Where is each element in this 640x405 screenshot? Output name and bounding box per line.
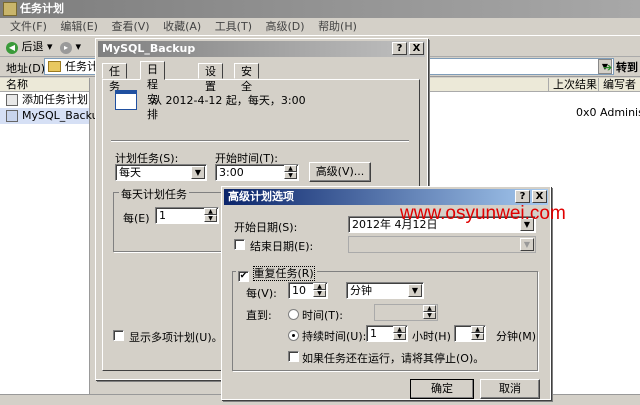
help-button[interactable]: ? [515,190,530,203]
spin-up-icon[interactable]: ▲ [204,208,217,215]
show-multiple-label: 显示多项计划(U)。 [129,331,223,344]
folder-icon [48,61,61,72]
menu-view[interactable]: 查看(V) [111,18,149,36]
column-header-last-result[interactable]: 上次结果 [548,78,597,92]
spin-down-icon[interactable]: ▼ [393,333,406,340]
close-button[interactable]: X [532,190,547,203]
menu-favorites[interactable]: 收藏(A) [163,18,201,36]
spin-up-icon[interactable]: ▲ [423,305,436,312]
menu-advanced[interactable]: 高级(D) [266,18,305,36]
duration-hours-input[interactable]: 1 ▲ ▼ [366,325,408,342]
window-title: 任务计划 [20,2,64,15]
add-task-icon [6,94,18,106]
end-date-label: 结束日期(E): [250,240,314,253]
tab-task[interactable]: 任务 [102,63,127,93]
duration-minutes-input[interactable]: ▲ ▼ [454,325,486,342]
forward-button[interactable]: ▸ ▾ [60,39,81,55]
back-arrow-icon: ◀ [6,42,18,54]
every-interval-input[interactable]: 10 ▲ ▼ [288,282,328,299]
stop-task-checkbox[interactable] [288,351,299,362]
folder-icon [3,2,17,16]
time-label: 时间(T): [302,309,344,322]
menubar: 文件(F) 编辑(E) 查看(V) 收藏(A) 工具(T) 高级(D) 帮助(H… [0,18,640,36]
repeat-task-checkbox[interactable]: ✔ [238,271,249,282]
start-time-input[interactable]: 3:00 ▲ ▼ [215,164,299,181]
duration-label: 持续时间(U): [302,330,367,343]
spin-up-icon[interactable]: ▲ [471,326,484,333]
stop-task-label: 如果任务还在运行，请将其停止(O)。 [302,352,485,365]
end-date-picker[interactable]: ▼ [348,236,536,253]
spin-down-icon[interactable]: ▼ [313,290,326,297]
spin-down-icon[interactable]: ▼ [471,333,484,340]
advanced-button[interactable]: 高级(V)... [309,162,371,182]
go-button[interactable]: ➔ 转到 [603,59,638,75]
every-label: 每(E) [123,212,150,225]
separator [111,140,409,142]
tab-settings[interactable]: 设置 [198,63,223,93]
minutes-label: 分钟(M) [496,330,537,343]
column-header-creator[interactable]: 编写者 [598,78,636,92]
main-titlebar: 任务计划 [0,0,640,18]
back-button[interactable]: ◀ 后退 ▾ [6,39,53,55]
hours-label: 小时(H) [412,330,451,343]
menu-tools[interactable]: 工具(T) [215,18,252,36]
spin-down-icon[interactable]: ▼ [423,312,436,319]
start-date-label: 开始日期(S): [234,221,298,234]
menu-help[interactable]: 帮助(H) [318,18,357,36]
list-item[interactable]: MySQL_Backup [0,108,106,124]
chevron-down-icon: ▼ [408,284,422,297]
spin-up-icon[interactable]: ▲ [284,165,297,172]
spin-up-icon[interactable]: ▲ [313,283,326,290]
cancel-button[interactable]: 取消 [480,379,540,399]
interval-unit-select[interactable]: 分钟 ▼ [346,282,424,299]
schedule-summary: 从 2012-4-12 起，每天，3:00 [151,94,306,107]
scheduled-task-icon [6,110,18,122]
time-radio[interactable] [288,309,299,320]
menu-edit[interactable]: 编辑(E) [60,18,98,36]
show-multiple-checkbox[interactable] [113,330,124,341]
tab-security[interactable]: 安全 [234,63,259,93]
forward-arrow-icon: ▸ [60,42,72,54]
daily-group-title: 每天计划任务 [119,186,189,202]
watermark-text: www.osyunwei.com [400,203,566,224]
spin-down-icon[interactable]: ▼ [284,172,297,179]
ok-button[interactable]: 确定 [410,379,474,399]
until-time-input[interactable]: ▲ ▼ [374,304,438,321]
spin-down-icon[interactable]: ▼ [204,215,217,222]
help-button[interactable]: ? [392,42,407,55]
every-days-input[interactable]: 1 ▲ ▼ [155,207,219,224]
chevron-down-icon: ▼ [191,166,205,179]
duration-radio[interactable] [288,330,299,341]
menu-file[interactable]: 文件(F) [10,18,47,36]
address-label: 地址(D) [6,62,46,75]
close-button[interactable]: X [409,42,424,55]
go-arrow-icon: ➔ [602,61,613,74]
task-list: 名称 添加任务计划 MySQL_Backup [0,78,106,394]
every-label: 每(V): [246,287,277,300]
column-header-name[interactable]: 名称 [0,78,89,92]
list-item[interactable]: 添加任务计划 [0,92,89,108]
calendar-clock-icon [115,90,137,110]
schedule-select[interactable]: 每天 ▼ [115,164,207,181]
end-date-checkbox[interactable] [234,239,245,250]
tab-schedule[interactable]: 日程安排 [140,61,165,121]
spin-up-icon[interactable]: ▲ [393,326,406,333]
repeat-task-title: ✔ 重复任务(R) [236,265,317,282]
dialog-titlebar: MySQL_Backup ? X [98,41,425,57]
until-label: 直到: [246,309,272,322]
chevron-down-icon: ▼ [520,238,534,251]
